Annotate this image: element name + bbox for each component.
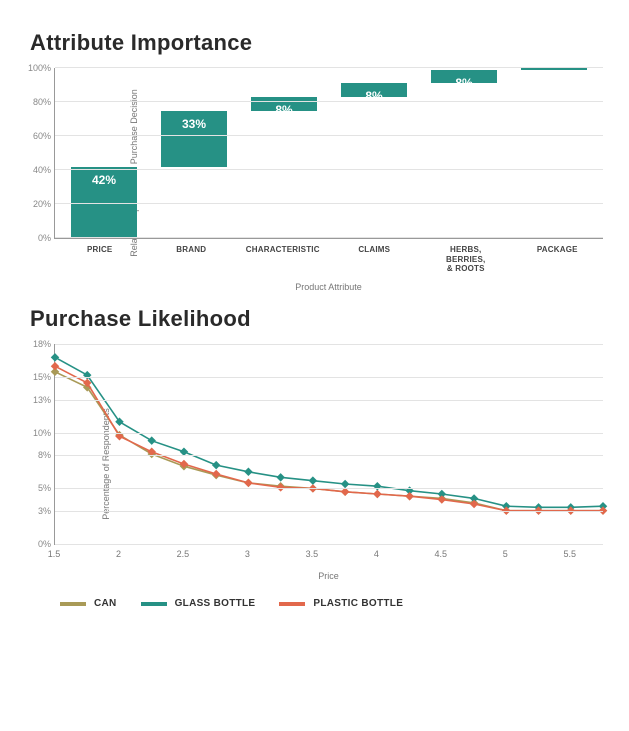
x-tick-label: PACKAGE <box>512 245 604 274</box>
legend-label: CAN <box>94 598 117 609</box>
x-tick-label: 2.5 <box>177 549 190 559</box>
x-tick-label: 5.5 <box>563 549 576 559</box>
y-tick-label: 18% <box>25 339 51 349</box>
bar <box>521 68 587 70</box>
chart2-legend: CAN GLASS BOTTLE PLASTIC BOTTLE <box>60 598 609 609</box>
chart1-xlabel: Product Attribute <box>54 282 603 292</box>
x-tick-label: 4.5 <box>435 549 448 559</box>
series-marker <box>212 470 220 478</box>
series-marker <box>51 362 59 370</box>
bar: 8% <box>431 70 497 84</box>
gridline <box>55 511 603 512</box>
y-tick-label: 60% <box>25 131 51 141</box>
x-tick-label: BRAND <box>146 245 238 274</box>
bar-slot <box>515 68 593 238</box>
gridline <box>55 135 603 136</box>
series-marker <box>147 436 155 444</box>
bar-slot: 33% <box>155 68 233 238</box>
chart1-title: Attribute Importance <box>30 30 609 56</box>
series-marker <box>276 473 284 481</box>
bar-slot: 8% <box>425 68 503 238</box>
y-tick-label: 3% <box>25 506 51 516</box>
bar-value-label: 33% <box>161 117 227 131</box>
x-tick-label: 2 <box>116 549 121 559</box>
x-tick-label: 5 <box>503 549 508 559</box>
x-tick-label: 3 <box>245 549 250 559</box>
chart2-frame: Percentage of Respondents 0%3%5%8%10%13%… <box>54 344 603 584</box>
x-tick-label: 3.5 <box>306 549 319 559</box>
gridline <box>55 544 603 545</box>
bar: 33% <box>161 111 227 167</box>
gridline <box>55 203 603 204</box>
legend-label: GLASS BOTTLE <box>175 598 256 609</box>
x-tick-label: HERBS,BERRIES,& ROOTS <box>420 245 512 274</box>
gridline <box>55 237 603 238</box>
bar-value-label: 42% <box>71 173 137 187</box>
gridline <box>55 344 603 345</box>
chart1-frame: Relative Importance to Purchase Decision… <box>54 68 603 278</box>
y-tick-label: 20% <box>25 199 51 209</box>
y-tick-label: 0% <box>25 539 51 549</box>
series-marker <box>405 492 413 500</box>
gridline <box>55 67 603 68</box>
chart2-title: Purchase Likelihood <box>30 306 609 332</box>
chart2-svg <box>55 344 603 544</box>
bar-slot: 8% <box>335 68 413 238</box>
y-tick-label: 10% <box>25 428 51 438</box>
gridline <box>55 377 603 378</box>
x-tick-label: 4 <box>374 549 379 559</box>
chart1-plot-area: 42%33%8%8%8% 0%20%40%60%80%100% <box>54 68 603 239</box>
y-tick-label: 8% <box>25 450 51 460</box>
bar-slot: 8% <box>245 68 323 238</box>
y-tick-label: 5% <box>25 483 51 493</box>
chart2-plot-area: 0%3%5%8%10%13%15%18% <box>54 344 603 545</box>
series-marker <box>373 490 381 498</box>
x-tick-label: CHARACTERISTIC <box>237 245 329 274</box>
bar: 8% <box>341 83 407 97</box>
series-marker <box>51 353 59 361</box>
chart2-xlabel: Price <box>54 571 603 581</box>
series-marker <box>212 461 220 469</box>
legend-swatch <box>279 602 305 606</box>
series-marker <box>244 479 252 487</box>
x-tick-label: 1.5 <box>48 549 61 559</box>
legend-item: GLASS BOTTLE <box>141 598 256 609</box>
y-tick-label: 15% <box>25 372 51 382</box>
series-marker <box>309 476 317 484</box>
gridline <box>55 433 603 434</box>
bar: 8% <box>251 97 317 111</box>
series-marker <box>438 495 446 503</box>
y-tick-label: 40% <box>25 165 51 175</box>
x-tick-label: CLAIMS <box>329 245 421 274</box>
y-tick-label: 0% <box>25 233 51 243</box>
legend-item: CAN <box>60 598 117 609</box>
chart1-bars: 42%33%8%8%8% <box>55 68 603 238</box>
series-marker <box>244 468 252 476</box>
bar-value-label: 8% <box>431 76 497 90</box>
y-tick-label: 80% <box>25 97 51 107</box>
y-tick-label: 13% <box>25 395 51 405</box>
legend-label: PLASTIC BOTTLE <box>313 598 403 609</box>
y-tick-label: 100% <box>25 63 51 73</box>
chart2-xticks: 1.522.533.544.555.5 <box>54 549 603 563</box>
series-marker <box>341 480 349 488</box>
legend-swatch <box>60 602 86 606</box>
legend-swatch <box>141 602 167 606</box>
gridline <box>55 455 603 456</box>
bar-slot: 42% <box>65 68 143 238</box>
legend-item: PLASTIC BOTTLE <box>279 598 403 609</box>
gridline <box>55 400 603 401</box>
bar-value-label: 8% <box>251 103 317 117</box>
gridline <box>55 488 603 489</box>
series-marker <box>470 500 478 508</box>
series-marker <box>276 483 284 491</box>
gridline <box>55 169 603 170</box>
gridline <box>55 101 603 102</box>
